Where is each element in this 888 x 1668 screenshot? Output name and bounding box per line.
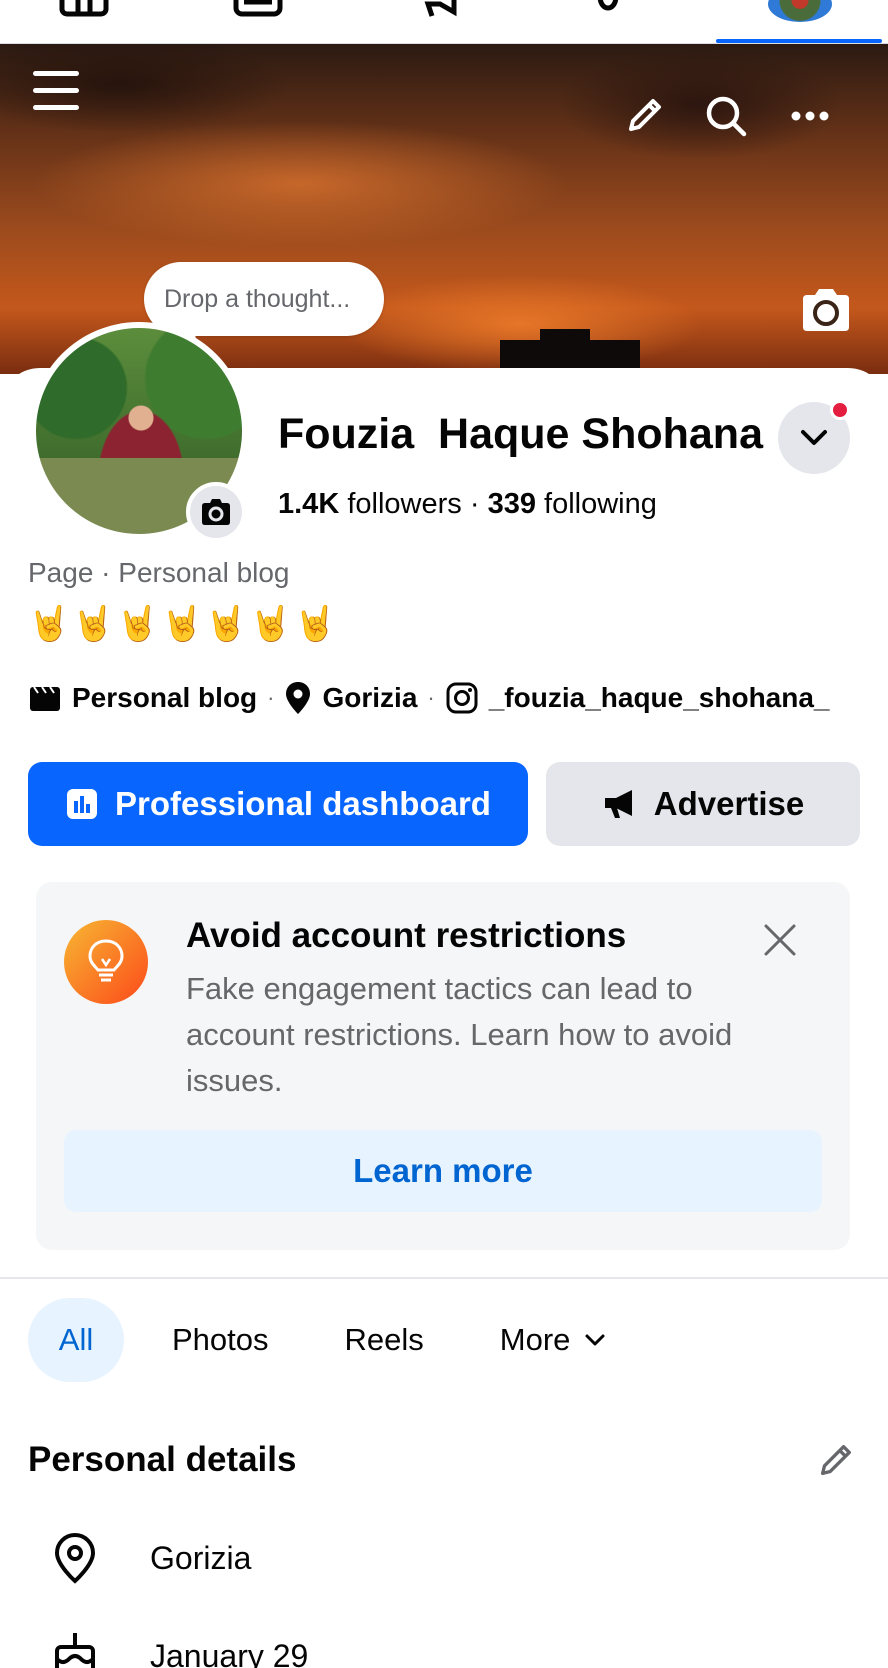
birthday-cake-icon xyxy=(48,1631,102,1668)
detail-row-location: Gorizia xyxy=(48,1528,251,1588)
home-icon[interactable] xyxy=(58,0,110,18)
tab-reels[interactable]: Reels xyxy=(345,1298,424,1382)
menu-icon[interactable] xyxy=(26,66,86,116)
lightbulb-icon xyxy=(64,920,148,1004)
followers-label[interactable]: followers xyxy=(347,488,461,520)
advertise-label: Advertise xyxy=(653,785,805,822)
detail-location-text: Gorizia xyxy=(150,1539,252,1576)
following-label[interactable]: following xyxy=(544,488,657,520)
profile-name: Fouzia Haque Shohana xyxy=(278,410,763,458)
clapperboard-icon xyxy=(28,683,62,713)
chevron-down-icon xyxy=(801,430,827,445)
card-body: Fake engagement tactics can lead to acco… xyxy=(186,971,733,1098)
location-pin-icon xyxy=(48,1532,102,1584)
followers-count[interactable]: 1.4K xyxy=(278,488,339,520)
bar-chart-icon xyxy=(65,787,99,821)
category-link[interactable]: Personal blog xyxy=(72,682,257,714)
link-separator: · xyxy=(267,685,275,710)
instagram-icon xyxy=(445,681,479,715)
tab-all-label: All xyxy=(58,1322,94,1357)
tab-more[interactable]: More xyxy=(500,1298,607,1382)
professional-dashboard-label: Professional dashboard xyxy=(115,785,491,822)
profile-avatar-tab[interactable] xyxy=(768,0,832,22)
chevron-down-icon xyxy=(584,1333,606,1347)
search-icon[interactable] xyxy=(700,90,752,142)
tab-photos[interactable]: Photos xyxy=(172,1298,269,1382)
tab-reels-label: Reels xyxy=(344,1322,424,1357)
learn-more-label: Learn more xyxy=(353,1152,533,1189)
account-restrictions-card: Avoid account restrictions Fake engageme… xyxy=(36,882,850,1250)
avatar-camera-icon[interactable] xyxy=(186,482,246,542)
marketplace-icon[interactable] xyxy=(232,0,284,18)
following-count[interactable]: 339 xyxy=(488,488,536,520)
page-category: Page · Personal blog xyxy=(28,557,290,588)
stats-separator: · xyxy=(469,488,480,520)
bell-icon[interactable] xyxy=(582,0,634,18)
edit-pencil-icon[interactable] xyxy=(810,1436,860,1486)
bio-emojis: 🤘🤘🤘🤘🤘🤘🤘 xyxy=(28,605,339,643)
detail-birthday-text: January 29 xyxy=(150,1637,309,1668)
active-tab-indicator xyxy=(716,39,882,43)
follow-stats: 1.4K followers · 339 following xyxy=(278,488,657,521)
tab-photos-label: Photos xyxy=(172,1322,269,1357)
megaphone-icon xyxy=(602,788,638,820)
professional-dashboard-button[interactable]: Professional dashboard xyxy=(28,762,528,846)
section-divider xyxy=(0,1277,888,1279)
intro-links: Personal blog · Gorizia · _fouzia_haque_… xyxy=(28,678,830,718)
edit-pencil-icon[interactable] xyxy=(618,90,670,142)
profile-tabs: All Photos Reels More xyxy=(28,1298,606,1382)
location-link[interactable]: Gorizia xyxy=(322,682,417,714)
link-separator: · xyxy=(427,685,435,710)
notification-dot xyxy=(830,400,850,420)
card-title: Avoid account restrictions xyxy=(186,916,627,955)
tab-more-label: More xyxy=(499,1322,571,1357)
detail-row-birthday: January 29 xyxy=(48,1626,308,1668)
top-navigation-bar xyxy=(0,0,888,44)
cover-building-silhouette-top xyxy=(540,329,590,349)
more-icon[interactable] xyxy=(784,90,836,142)
location-pin-icon xyxy=(284,680,312,716)
instagram-link[interactable]: _fouzia_haque_shohana_ xyxy=(489,682,830,714)
personal-details-title: Personal details xyxy=(28,1440,297,1479)
thought-placeholder: Drop a thought... xyxy=(164,284,351,313)
thought-bubble[interactable]: Drop a thought... xyxy=(144,262,384,336)
advertise-button[interactable]: Advertise xyxy=(546,762,860,846)
camera-icon[interactable] xyxy=(796,284,856,336)
tab-all[interactable]: All xyxy=(28,1298,124,1382)
close-icon[interactable] xyxy=(752,912,808,968)
megaphone-icon[interactable] xyxy=(410,0,462,18)
learn-more-button[interactable]: Learn more xyxy=(64,1130,822,1212)
